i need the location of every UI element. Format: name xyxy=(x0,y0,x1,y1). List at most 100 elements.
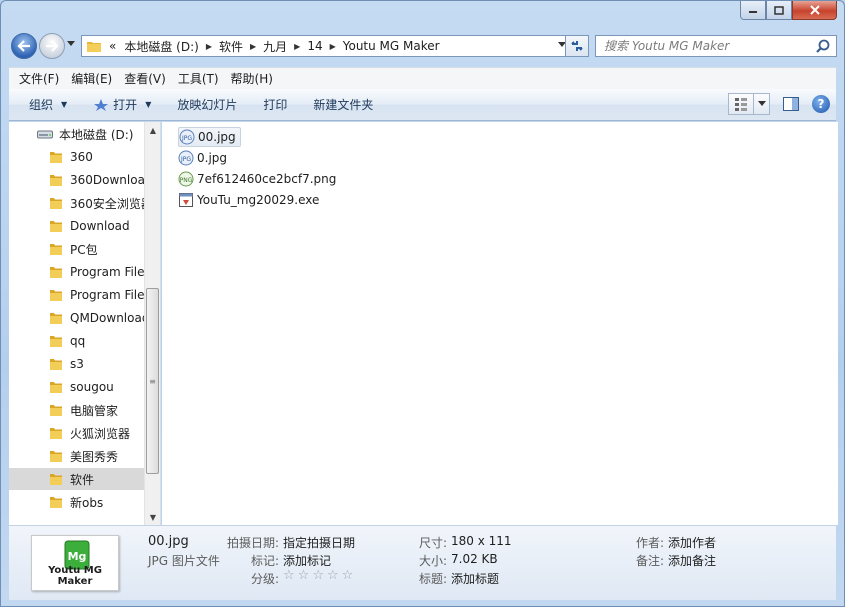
tree-item-label: 本地磁盘 (D:) xyxy=(59,127,134,142)
tags-value[interactable]: 添加标记 xyxy=(283,552,331,569)
scroll-thumb[interactable]: ≡ xyxy=(146,288,159,474)
tree-item-label: Program Files xyxy=(70,288,145,302)
breadcrumb-item[interactable]: 14 xyxy=(303,39,326,53)
change-view-group xyxy=(728,93,770,115)
tree-item-folder[interactable]: 电脑管家 xyxy=(9,399,145,421)
exe-icon xyxy=(179,193,193,207)
forward-button[interactable] xyxy=(39,33,65,59)
scroll-up-arrow[interactable]: ▲ xyxy=(145,122,161,138)
tree-item-folder[interactable]: Download xyxy=(9,215,145,237)
png-icon: PNG xyxy=(178,171,194,187)
drive-icon xyxy=(37,130,53,139)
folder-icon xyxy=(50,290,62,301)
menu-help[interactable]: 帮助(H) xyxy=(225,70,279,87)
scroll-down-arrow[interactable]: ▼ xyxy=(145,509,161,525)
detail-file-type: JPG 图片文件 xyxy=(148,554,220,568)
file-name: 7ef612460ce2bcf7.png xyxy=(197,172,337,186)
star-icon[interactable]: ☆ xyxy=(342,568,354,583)
star-icon[interactable]: ☆ xyxy=(283,568,295,583)
tree-item-folder[interactable]: 360Downloads xyxy=(9,169,145,191)
explorer-window: « 本地磁盘 (D:) ▶ 软件 ▶ 九月 ▶ 14 ▶ Youtu MG Ma… xyxy=(0,0,845,607)
menu-file[interactable]: 文件(F) xyxy=(13,70,65,87)
tree-item-folder[interactable]: PC包 xyxy=(9,238,145,260)
new-folder-button[interactable]: 新建文件夹 xyxy=(303,96,383,113)
date-taken-value[interactable]: 指定拍摄日期 xyxy=(283,534,355,551)
breadcrumb-overflow[interactable]: « xyxy=(105,39,120,53)
folder-icon xyxy=(87,42,101,52)
file-item[interactable]: JPG 0.jpg xyxy=(178,148,231,168)
folder-icon xyxy=(50,175,62,186)
folder-icon xyxy=(50,336,62,347)
tree-item-folder[interactable]: 新obs xyxy=(9,491,145,513)
menu-tools[interactable]: 工具(T) xyxy=(172,70,225,87)
folder-icon xyxy=(50,451,62,462)
folder-icon xyxy=(50,359,62,370)
change-view-button[interactable] xyxy=(728,93,754,115)
breadcrumb-item[interactable]: 九月 xyxy=(259,38,291,55)
breadcrumb-item[interactable]: 本地磁盘 (D:) xyxy=(120,38,202,55)
tree-scrollbar[interactable]: ▲ ≡ ▼ xyxy=(144,122,160,525)
view-options-button[interactable] xyxy=(754,93,770,115)
organize-label: 组织 xyxy=(29,98,54,112)
tree-item-folder[interactable]: QMDownload xyxy=(9,307,145,329)
star-icon[interactable]: ☆ xyxy=(312,568,324,583)
tree-item-folder[interactable]: s3 xyxy=(9,353,145,375)
star-icon[interactable]: ☆ xyxy=(327,568,339,583)
maximize-button[interactable] xyxy=(766,1,792,20)
folder-icon xyxy=(50,405,62,416)
recent-pages-button[interactable] xyxy=(67,40,75,49)
back-button[interactable] xyxy=(11,33,37,59)
author-value[interactable]: 添加作者 xyxy=(668,534,716,551)
tree-item-folder[interactable]: 美图秀秀 xyxy=(9,445,145,467)
breadcrumb-item[interactable]: 软件 xyxy=(215,38,247,55)
file-list: JPG 00.jpg JPG 0.jpg PNG 7ef612460ce2bcf… xyxy=(162,122,838,525)
file-item[interactable]: YouTu_mg20029.exe xyxy=(178,190,323,210)
organize-button[interactable]: 组织 ▼ xyxy=(19,96,77,113)
tree-item-folder[interactable]: 火狐浏览器 xyxy=(9,422,145,444)
menu-edit[interactable]: 编辑(E) xyxy=(65,70,118,87)
rating-stars[interactable]: ☆ ☆ ☆ ☆ ☆ xyxy=(283,568,353,583)
file-item[interactable]: JPG 00.jpg xyxy=(178,127,241,147)
breadcrumb-item[interactable]: Youtu MG Maker xyxy=(339,39,444,53)
author-label: 作者: xyxy=(636,536,665,550)
minimize-button[interactable] xyxy=(740,1,766,20)
file-size-label: 大小: xyxy=(419,554,448,568)
tree-item-label: QMDownload xyxy=(70,311,145,325)
open-button[interactable]: 打开 ▼ xyxy=(83,96,161,113)
search-input[interactable] xyxy=(596,39,806,53)
file-thumbnail: Mg Youtu MG Maker xyxy=(31,535,119,591)
search-box[interactable] xyxy=(595,35,837,57)
view-controls: ? xyxy=(728,93,830,115)
print-button[interactable]: 打印 xyxy=(253,96,297,113)
search-icon[interactable] xyxy=(816,39,830,56)
tree-item-folder[interactable]: 软件 xyxy=(9,468,145,490)
star-icon[interactable]: ☆ xyxy=(298,568,310,583)
breadcrumb-separator-icon[interactable]: ▶ xyxy=(327,42,339,51)
details-pane: Mg Youtu MG Maker 00.jpg JPG 图片文件 拍摄日期: … xyxy=(9,525,836,600)
close-button[interactable] xyxy=(792,1,837,20)
tree-item-folder[interactable]: qq xyxy=(9,330,145,352)
title-label: 标题: xyxy=(419,572,448,586)
slideshow-button[interactable]: 放映幻灯片 xyxy=(167,96,247,113)
file-item[interactable]: PNG 7ef612460ce2bcf7.png xyxy=(178,169,340,189)
preview-pane-icon xyxy=(783,97,799,111)
title-value[interactable]: 添加标题 xyxy=(451,570,499,587)
tree-item-folder[interactable]: 360安全浏览器 xyxy=(9,192,145,214)
breadcrumb-separator-icon[interactable]: ▶ xyxy=(203,42,215,51)
tree-item-drive[interactable]: 本地磁盘 (D:) xyxy=(9,123,145,145)
menu-view[interactable]: 查看(V) xyxy=(118,70,172,87)
breadcrumb-separator-icon[interactable]: ▶ xyxy=(247,42,259,51)
address-bar[interactable]: « 本地磁盘 (D:) ▶ 软件 ▶ 九月 ▶ 14 ▶ Youtu MG Ma… xyxy=(81,35,571,57)
tree-item-label: 新obs xyxy=(70,495,104,510)
open-with-icon xyxy=(94,98,109,111)
refresh-button[interactable] xyxy=(565,35,589,57)
tree-item-folder[interactable]: Program Files xyxy=(9,284,145,306)
comments-value[interactable]: 添加备注 xyxy=(668,552,716,569)
tree-item-label: 火狐浏览器 xyxy=(70,426,131,441)
tree-item-folder[interactable]: 360 xyxy=(9,146,145,168)
tree-item-folder[interactable]: sougou xyxy=(9,376,145,398)
breadcrumb-separator-icon[interactable]: ▶ xyxy=(291,42,303,51)
help-icon[interactable]: ? xyxy=(812,95,830,113)
preview-pane-button[interactable] xyxy=(780,93,802,115)
tree-item-folder[interactable]: Program Files xyxy=(9,261,145,283)
